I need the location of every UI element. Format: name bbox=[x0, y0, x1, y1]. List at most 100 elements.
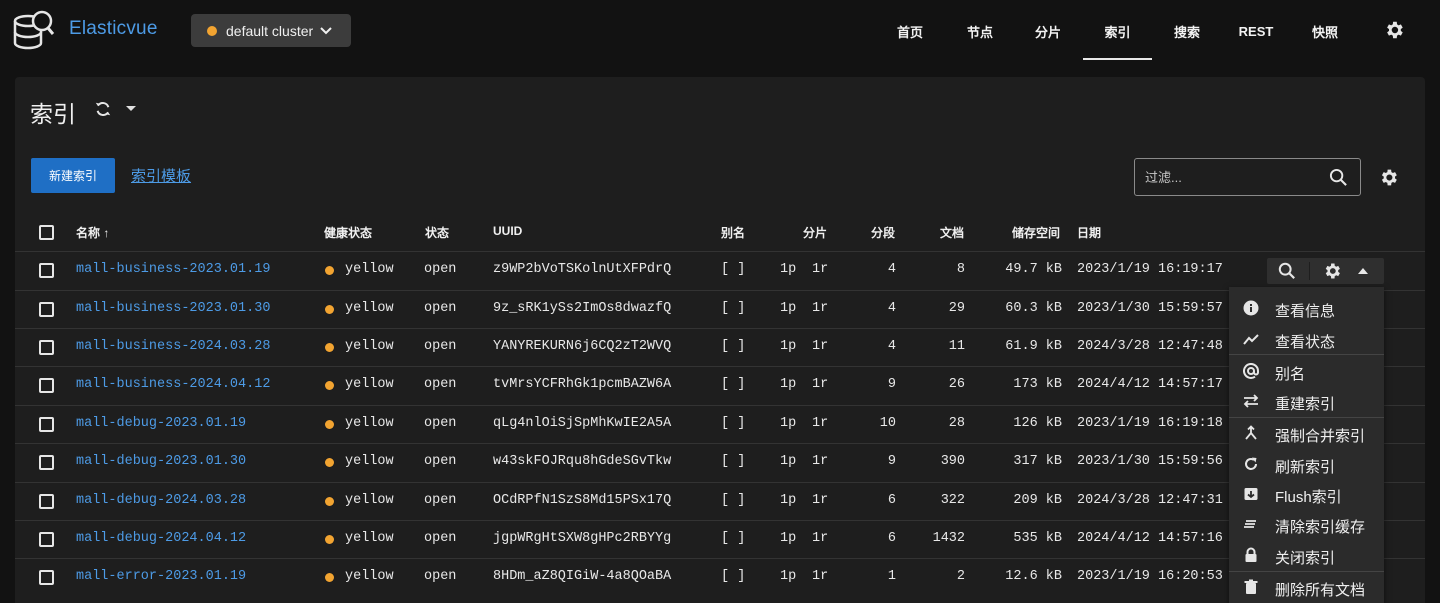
chevron-down-icon bbox=[320, 26, 332, 34]
column-header-storage[interactable]: 储存空间 bbox=[1012, 224, 1060, 241]
cell-health: yellow bbox=[345, 377, 394, 392]
cell-index-name[interactable]: mall-debug-2023.01.19 bbox=[76, 416, 246, 431]
table-row[interactable]: mall-business-2024.04.12 yellow open tvMrsY… bbox=[15, 366, 1425, 404]
nav-snapshots[interactable]: 快照 bbox=[1295, 0, 1355, 62]
menu-item-delete-all-docs[interactable]: 删除所有文档 bbox=[1229, 572, 1384, 602]
column-header-uuid[interactable]: UUID bbox=[493, 224, 522, 238]
cell-date: 2023/1/19 16:19:18 bbox=[1077, 416, 1223, 431]
cell-index-name[interactable]: mall-error-2023.01.19 bbox=[76, 569, 246, 584]
row-checkbox[interactable] bbox=[39, 532, 54, 547]
cell-status: open bbox=[424, 569, 457, 584]
menu-item-show-stats[interactable]: 查看状态 bbox=[1229, 324, 1384, 354]
cell-date: 2023/1/30 15:59:56 bbox=[1077, 454, 1223, 469]
cell-index-name[interactable]: mall-debug-2024.04.12 bbox=[76, 531, 246, 546]
table-row[interactable]: mall-business-2024.03.28 yellow open YANYRE… bbox=[15, 328, 1425, 366]
row-checkbox[interactable] bbox=[39, 417, 54, 432]
column-header-health[interactable]: 健康状态 bbox=[324, 224, 372, 241]
table-row[interactable]: mall-business-2023.01.30 yellow open 9z_sRK… bbox=[15, 290, 1425, 328]
cell-replica-shards: 1r bbox=[812, 531, 829, 546]
table-row[interactable]: mall-debug-2024.03.28 yellow open OCdRPfN1S… bbox=[15, 482, 1425, 520]
cell-index-name[interactable]: mall-debug-2023.01.30 bbox=[76, 454, 246, 469]
cell-index-name[interactable]: mall-debug-2024.03.28 bbox=[76, 493, 246, 508]
cell-aliases: [ ] bbox=[721, 339, 746, 354]
archive-icon bbox=[1244, 488, 1258, 500]
cell-index-name[interactable]: mall-business-2023.01.30 bbox=[76, 301, 270, 316]
filter-input[interactable] bbox=[1145, 167, 1325, 187]
settings-gear-icon[interactable] bbox=[1383, 19, 1405, 41]
select-all-checkbox[interactable] bbox=[39, 225, 54, 240]
row-checkbox[interactable] bbox=[39, 494, 54, 509]
cell-aliases: [ ] bbox=[721, 531, 746, 546]
column-header-name[interactable]: 名称 ↑ bbox=[76, 224, 109, 241]
refresh-icon[interactable] bbox=[94, 100, 112, 118]
cell-replica-shards: 1r bbox=[812, 377, 829, 392]
nav-indices[interactable]: 索引 bbox=[1083, 0, 1152, 62]
cell-docs: 11 bbox=[948, 339, 965, 354]
cell-status: open bbox=[424, 416, 457, 431]
new-index-button[interactable]: 新建索引 bbox=[31, 158, 115, 193]
menu-item-show-info[interactable]: 查看信息 bbox=[1229, 293, 1384, 323]
lock-icon bbox=[1245, 547, 1257, 562]
table-row[interactable]: mall-debug-2023.01.30 yellow open w43skFOJR… bbox=[15, 443, 1425, 481]
row-checkbox[interactable] bbox=[39, 455, 54, 470]
gear-icon[interactable] bbox=[1322, 261, 1342, 281]
cell-health: yellow bbox=[345, 301, 394, 316]
column-header-aliases[interactable]: 别名 bbox=[721, 224, 745, 241]
caret-up-icon[interactable] bbox=[1358, 268, 1368, 274]
table-settings-gear-icon[interactable] bbox=[1378, 167, 1399, 188]
search-icon[interactable] bbox=[1278, 262, 1296, 280]
elasticvue-logo-icon[interactable] bbox=[13, 8, 55, 52]
row-checkbox[interactable] bbox=[39, 378, 54, 393]
menu-item-aliases[interactable]: 别名 bbox=[1229, 356, 1384, 386]
row-checkbox[interactable] bbox=[39, 340, 54, 355]
cell-index-name[interactable]: mall-business-2024.03.28 bbox=[76, 339, 270, 354]
nav-rest[interactable]: REST bbox=[1226, 0, 1286, 62]
menu-item-forcemerge[interactable]: 强制合并索引 bbox=[1229, 418, 1384, 448]
menu-item-refresh[interactable]: 刷新索引 bbox=[1229, 449, 1384, 479]
refresh-options-caret-icon[interactable] bbox=[126, 106, 136, 111]
table-row[interactable]: mall-business-2023.01.19 yellow open z9WP2b… bbox=[15, 251, 1425, 289]
cell-replica-shards: 1r bbox=[812, 493, 829, 508]
menu-item-clear-cache[interactable]: 清除索引缓存 bbox=[1229, 509, 1384, 539]
nav-shards[interactable]: 分片 bbox=[1018, 0, 1078, 62]
swap-icon bbox=[1243, 394, 1259, 408]
column-header-status[interactable]: 状态 bbox=[425, 224, 449, 241]
cell-uuid: OCdRPfN1SzS8Md15PSx17Q bbox=[493, 493, 672, 508]
health-status-dot bbox=[325, 381, 334, 390]
index-templates-link[interactable]: 索引模板 bbox=[131, 165, 191, 186]
cell-index-name[interactable]: mall-business-2024.04.12 bbox=[76, 377, 270, 392]
nav-nodes[interactable]: 节点 bbox=[950, 0, 1010, 62]
nav-home[interactable]: 首页 bbox=[880, 0, 940, 62]
column-header-docs[interactable]: 文档 bbox=[940, 224, 964, 241]
health-status-dot bbox=[325, 420, 334, 429]
cell-index-name[interactable]: mall-business-2023.01.19 bbox=[76, 262, 270, 277]
cell-uuid: qLg4nlOiSjSpMhKwIE2A5A bbox=[493, 416, 672, 431]
cell-replica-shards: 1r bbox=[812, 262, 829, 277]
row-checkbox[interactable] bbox=[39, 570, 54, 585]
cell-aliases: [ ] bbox=[721, 377, 746, 392]
cell-status: open bbox=[424, 531, 457, 546]
menu-item-close-index[interactable]: 关闭索引 bbox=[1229, 540, 1384, 570]
cell-docs: 26 bbox=[948, 377, 965, 392]
cell-uuid: z9WP2bVoTSKolnUtXFPdrQ bbox=[493, 262, 672, 277]
menu-item-flush[interactable]: Flush索引 bbox=[1229, 479, 1384, 509]
cell-date: 2024/4/12 14:57:17 bbox=[1077, 377, 1223, 392]
table-row[interactable]: mall-error-2023.01.19 yellow open 8HDm_aZ8Q… bbox=[15, 558, 1425, 596]
row-checkbox[interactable] bbox=[39, 263, 54, 278]
nav-search[interactable]: 搜索 bbox=[1157, 0, 1217, 62]
row-checkbox[interactable] bbox=[39, 302, 54, 317]
brand-name[interactable]: Elasticvue bbox=[69, 18, 158, 40]
cluster-selector[interactable]: default cluster bbox=[191, 14, 351, 47]
cell-docs: 390 bbox=[940, 454, 965, 469]
filter-field[interactable] bbox=[1134, 158, 1361, 196]
table-row[interactable]: mall-debug-2024.04.12 yellow open jgpWRgHtS… bbox=[15, 520, 1425, 558]
table-row[interactable]: mall-debug-2023.01.19 yellow open qLg4nlOiS… bbox=[15, 405, 1425, 443]
menu-item-reindex[interactable]: 重建索引 bbox=[1229, 386, 1384, 416]
cell-primary-shards: 1p bbox=[780, 531, 797, 546]
cell-aliases: [ ] bbox=[721, 301, 746, 316]
column-header-shards[interactable]: 分片 bbox=[803, 224, 827, 241]
column-header-date[interactable]: 日期 bbox=[1077, 224, 1101, 241]
column-header-segments[interactable]: 分段 bbox=[871, 224, 895, 241]
cell-aliases: [ ] bbox=[721, 493, 746, 508]
page-title: 索引 bbox=[30, 101, 76, 127]
